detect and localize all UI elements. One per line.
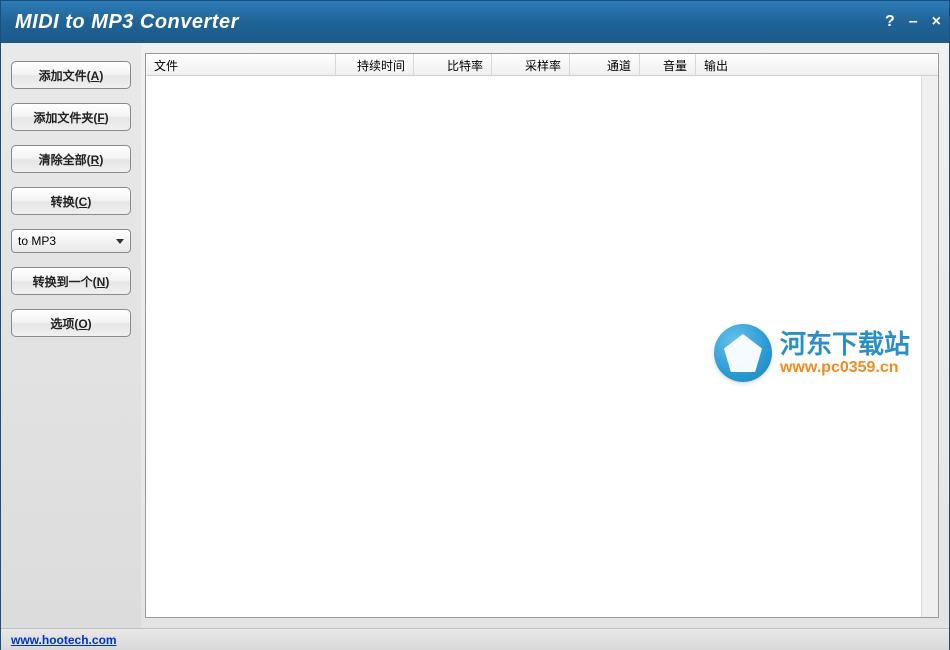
main-area: 添加文件(A) 添加文件夹(F) 清除全部(R) 转换(C) to MP3 转换… [1,43,949,628]
col-channel[interactable]: 通道 [570,54,640,75]
col-duration[interactable]: 持续时间 [336,54,414,75]
close-icon[interactable]: × [932,13,941,31]
watermark-logo-icon [714,324,772,382]
format-select-value: to MP3 [18,234,56,248]
convert-button[interactable]: 转换(C) [11,187,131,215]
table-header: 文件 持续时间 比特率 采样率 通道 音量 输出 [146,54,938,76]
col-file[interactable]: 文件 [146,54,336,75]
col-output[interactable]: 输出 [696,54,938,75]
sidebar: 添加文件(A) 添加文件夹(F) 清除全部(R) 转换(C) to MP3 转换… [1,43,141,628]
window-controls: ? – × [885,13,941,31]
footer-link[interactable]: www.hootech.com [11,633,117,647]
remove-all-button[interactable]: 清除全部(R) [11,145,131,173]
options-label: 选项(O) [50,315,91,332]
watermark-text: 河东下载站 www.pc0359.cn [780,330,910,376]
footer: www.hootech.com [1,628,949,650]
chevron-down-icon [116,239,124,244]
watermark-line2: www.pc0359.cn [780,359,910,377]
options-button[interactable]: 选项(O) [11,309,131,337]
titlebar: MIDI to MP3 Converter ? – × [1,1,949,43]
table-body[interactable]: 河东下载站 www.pc0359.cn [146,76,938,617]
vertical-scrollbar[interactable] [921,76,938,617]
add-folder-button[interactable]: 添加文件夹(F) [11,103,131,131]
add-file-button[interactable]: 添加文件(A) [11,61,131,89]
convert-label: 转换(C) [51,193,92,210]
watermark-line1: 河东下载站 [780,330,910,359]
convert-to-one-button[interactable]: 转换到一个(N) [11,267,131,295]
col-samplerate[interactable]: 采样率 [492,54,570,75]
help-icon[interactable]: ? [885,13,895,31]
convert-to-one-label: 转换到一个(N) [33,273,110,290]
watermark: 河东下载站 www.pc0359.cn [714,324,910,382]
content-area: 文件 持续时间 比特率 采样率 通道 音量 输出 河东下载站 www.pc035… [141,43,949,628]
col-bitrate[interactable]: 比特率 [414,54,492,75]
file-table: 文件 持续时间 比特率 采样率 通道 音量 输出 河东下载站 www.pc035… [145,53,939,618]
app-title: MIDI to MP3 Converter [15,11,885,34]
minimize-icon[interactable]: – [909,13,918,31]
add-file-label: 添加文件(A) [39,67,104,84]
col-volume[interactable]: 音量 [640,54,696,75]
format-select[interactable]: to MP3 [11,229,131,253]
add-folder-label: 添加文件夹(F) [33,109,108,126]
remove-all-label: 清除全部(R) [39,151,104,168]
